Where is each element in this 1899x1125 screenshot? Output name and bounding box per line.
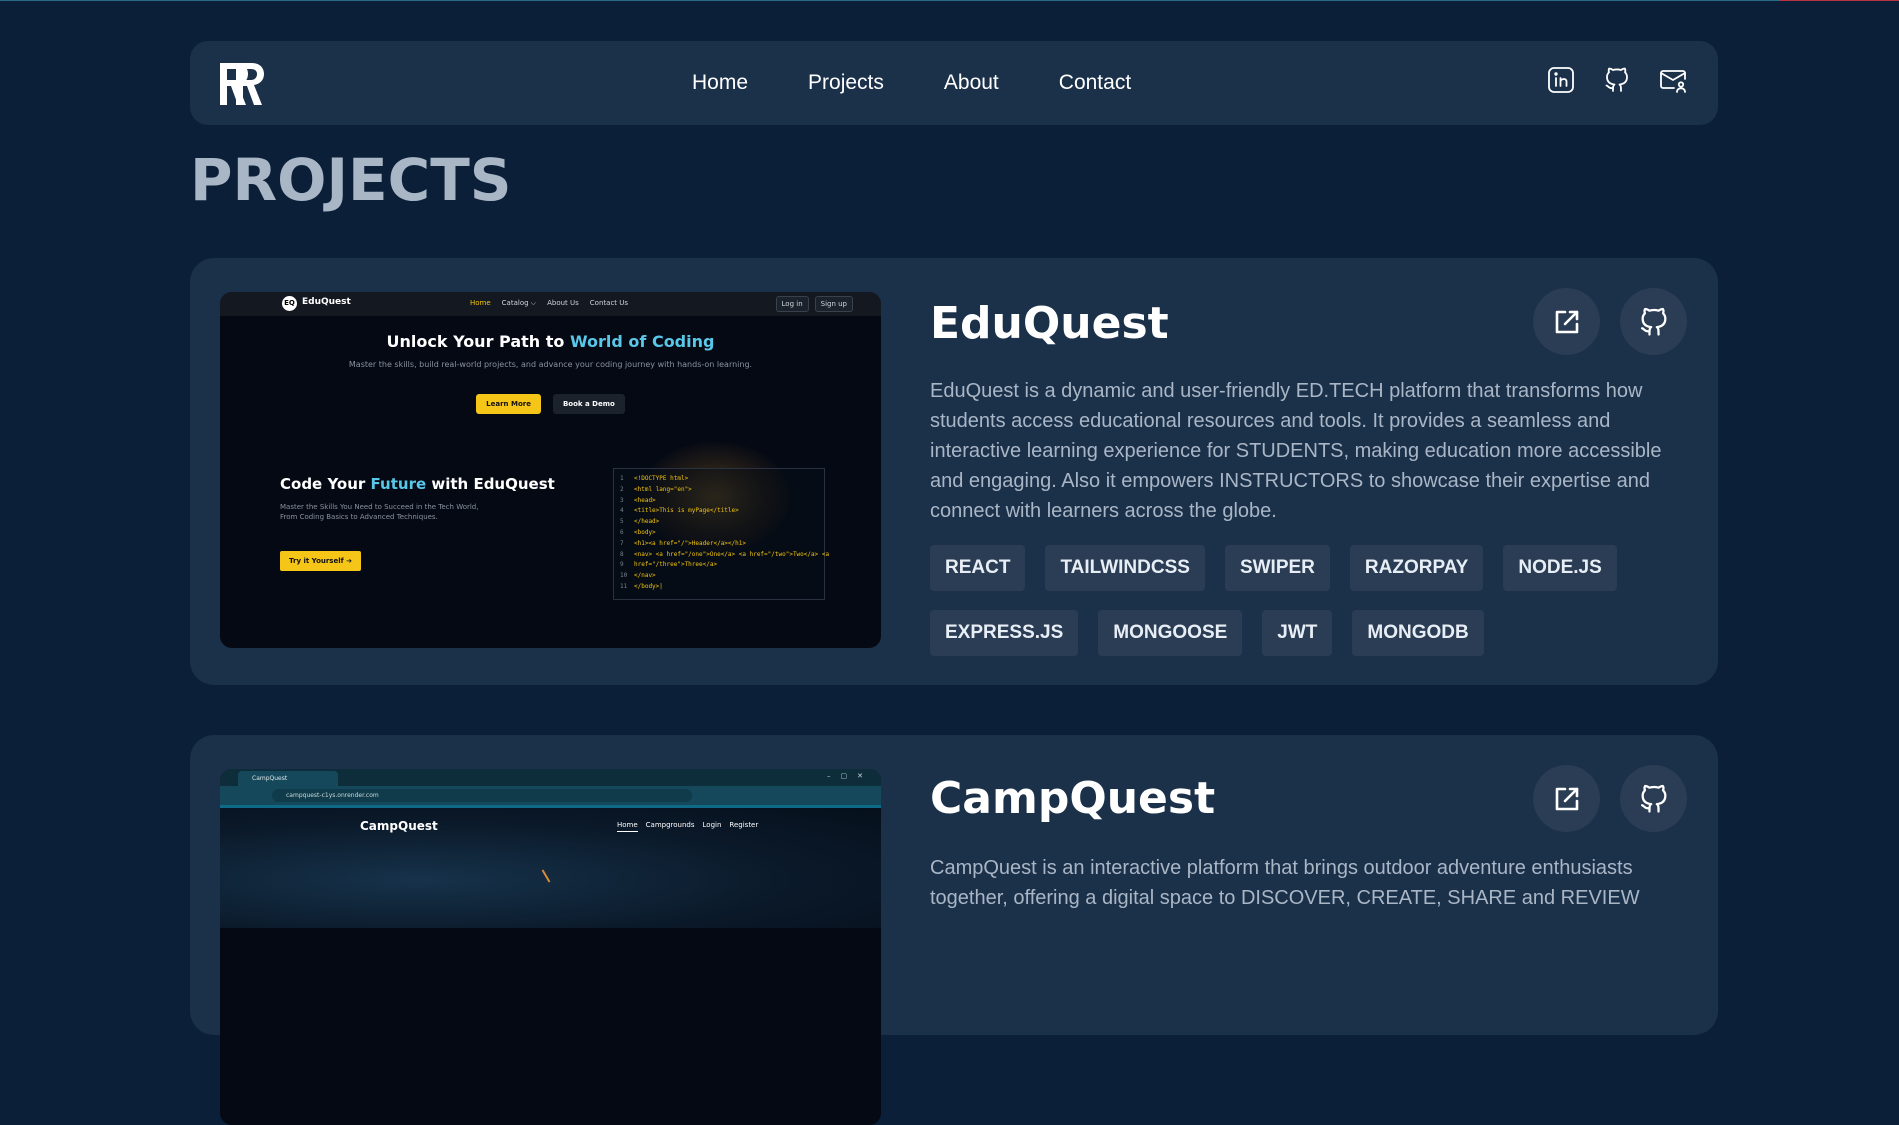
tech-tag: NODE.JS	[1503, 545, 1617, 591]
screenshot-code-block: 1 <!DOCTYPE html> 2 <html lang="en"> 3 <head>…	[613, 468, 829, 600]
screenshot-page-background	[220, 808, 881, 928]
code-line-number: 11	[620, 583, 628, 590]
screenshot-brand: EduQuest	[302, 297, 351, 307]
screenshot-window-controls: –▢✕	[827, 772, 873, 780]
project-title: CampQuest	[930, 773, 1216, 824]
navbar: Home Projects About Contact	[190, 41, 1718, 125]
screenshot-hero-buttons: Learn More Book a Demo	[220, 394, 881, 414]
code-line: </head>	[634, 518, 660, 526]
code-line: <title>This is myPage</title>	[634, 507, 739, 515]
screenshot-nav: Home Catalog ⌵ About Us Contact Us	[470, 299, 629, 307]
screenshot-browser-tabs: CampQuest –▢✕	[220, 769, 881, 786]
code-line-number: 4	[620, 507, 624, 515]
screenshot-tab: CampQuest	[238, 771, 338, 786]
top-border-line	[0, 0, 1899, 1]
screenshot-logo: EQ	[282, 296, 297, 311]
code-line-number: 2	[620, 485, 624, 493]
tech-tag: REACT	[930, 545, 1026, 591]
linkedin-icon[interactable]	[1546, 65, 1576, 95]
screenshot-hero-subtitle: Master the skills, build real-world proj…	[348, 360, 753, 369]
tech-tag: SWIPER	[1224, 545, 1330, 591]
page-title: PROJECTS	[190, 146, 512, 214]
project-card-eduquest: EQ EduQuest Home Catalog ⌵ About Us Cont…	[190, 258, 1718, 685]
source-code-button[interactable]	[1620, 288, 1687, 355]
code-line: </body>|	[634, 583, 663, 590]
source-code-button[interactable]	[1620, 765, 1687, 832]
project-screenshot[interactable]: EQ EduQuest Home Catalog ⌵ About Us Cont…	[220, 292, 881, 648]
code-line: <body>	[634, 529, 656, 536]
nav-link-contact[interactable]: Contact	[1059, 71, 1131, 95]
screenshot-brand: CampQuest	[360, 819, 438, 833]
github-icon	[1640, 784, 1666, 813]
github-icon[interactable]	[1602, 65, 1632, 95]
external-link-icon	[1555, 310, 1578, 333]
screenshot-address-bar: campquest-c1ys.onrender.com	[220, 786, 881, 805]
nav-link-about[interactable]: About	[944, 71, 999, 95]
nav-links: Home Projects About Contact	[692, 41, 1191, 125]
external-link-icon	[1555, 787, 1578, 810]
code-line-number: 1	[620, 475, 624, 482]
code-line: href="/three">Three</a>	[634, 561, 718, 569]
github-icon	[1640, 307, 1666, 336]
screenshot-try-button: Try it Yourself ➔	[280, 551, 361, 571]
code-line-number: 3	[620, 496, 624, 504]
code-line: <nav> <a href="/one">One</a> <a href="/t…	[634, 550, 830, 558]
top-border-accent	[1779, 0, 1899, 1]
logo-icon[interactable]	[220, 63, 264, 105]
tech-tag: JWT	[1262, 610, 1333, 656]
code-line-number: 7	[620, 539, 624, 547]
tech-tag: TAILWINDCSS	[1045, 545, 1205, 591]
code-line: <head>	[634, 496, 656, 504]
nav-link-home[interactable]: Home	[692, 71, 748, 95]
screenshot-url: campquest-c1ys.onrender.com	[272, 789, 692, 802]
code-line: </nav>	[634, 572, 656, 580]
nav-link-projects[interactable]: Projects	[808, 71, 884, 95]
project-description: CampQuest is an interactive platform tha…	[930, 857, 1640, 909]
tech-tag: EXPRESS.JS	[930, 610, 1079, 656]
tech-tags: REACT TAILWINDCSS SWIPER RAZORPAY NODE.J…	[930, 545, 1690, 656]
project-title: EduQuest	[930, 298, 1169, 349]
code-line-number: 10	[620, 572, 628, 580]
code-line-number: 6	[620, 529, 624, 536]
social-icons	[1546, 65, 1688, 95]
screenshot-hero-title: Unlock Your Path to World of Coding	[386, 332, 715, 351]
tech-tag: RAZORPAY	[1349, 545, 1484, 591]
code-line: <html lang="en">	[634, 485, 692, 493]
tech-tag: MONGOOSE	[1098, 610, 1243, 656]
screenshot-section-text: Master the Skills You Need to Succeed in…	[280, 503, 479, 521]
code-line: <h1><a href="/">Header</a></h1>	[634, 539, 746, 547]
live-demo-button[interactable]	[1533, 765, 1600, 832]
mail-icon[interactable]	[1658, 65, 1688, 95]
code-line: <!DOCTYPE html>	[634, 475, 689, 482]
screenshot-nav: Home Campgrounds Login Register	[617, 821, 758, 832]
code-line-number: 9	[620, 561, 624, 569]
live-demo-button[interactable]	[1533, 288, 1600, 355]
tech-tag: MONGODB	[1352, 610, 1484, 656]
screenshot-auth: Log in Sign up	[775, 296, 853, 312]
code-line-number: 5	[620, 518, 624, 526]
project-description: EduQuest is a dynamic and user-friendly …	[930, 380, 1662, 522]
code-line-number: 8	[620, 550, 624, 558]
project-screenshot[interactable]: CampQuest –▢✕ campquest-c1ys.onrender.co…	[220, 769, 881, 1125]
screenshot-section-title: Code Your Future with EduQuest	[280, 475, 555, 493]
project-card-campquest: CampQuest –▢✕ campquest-c1ys.onrender.co…	[190, 735, 1718, 1125]
